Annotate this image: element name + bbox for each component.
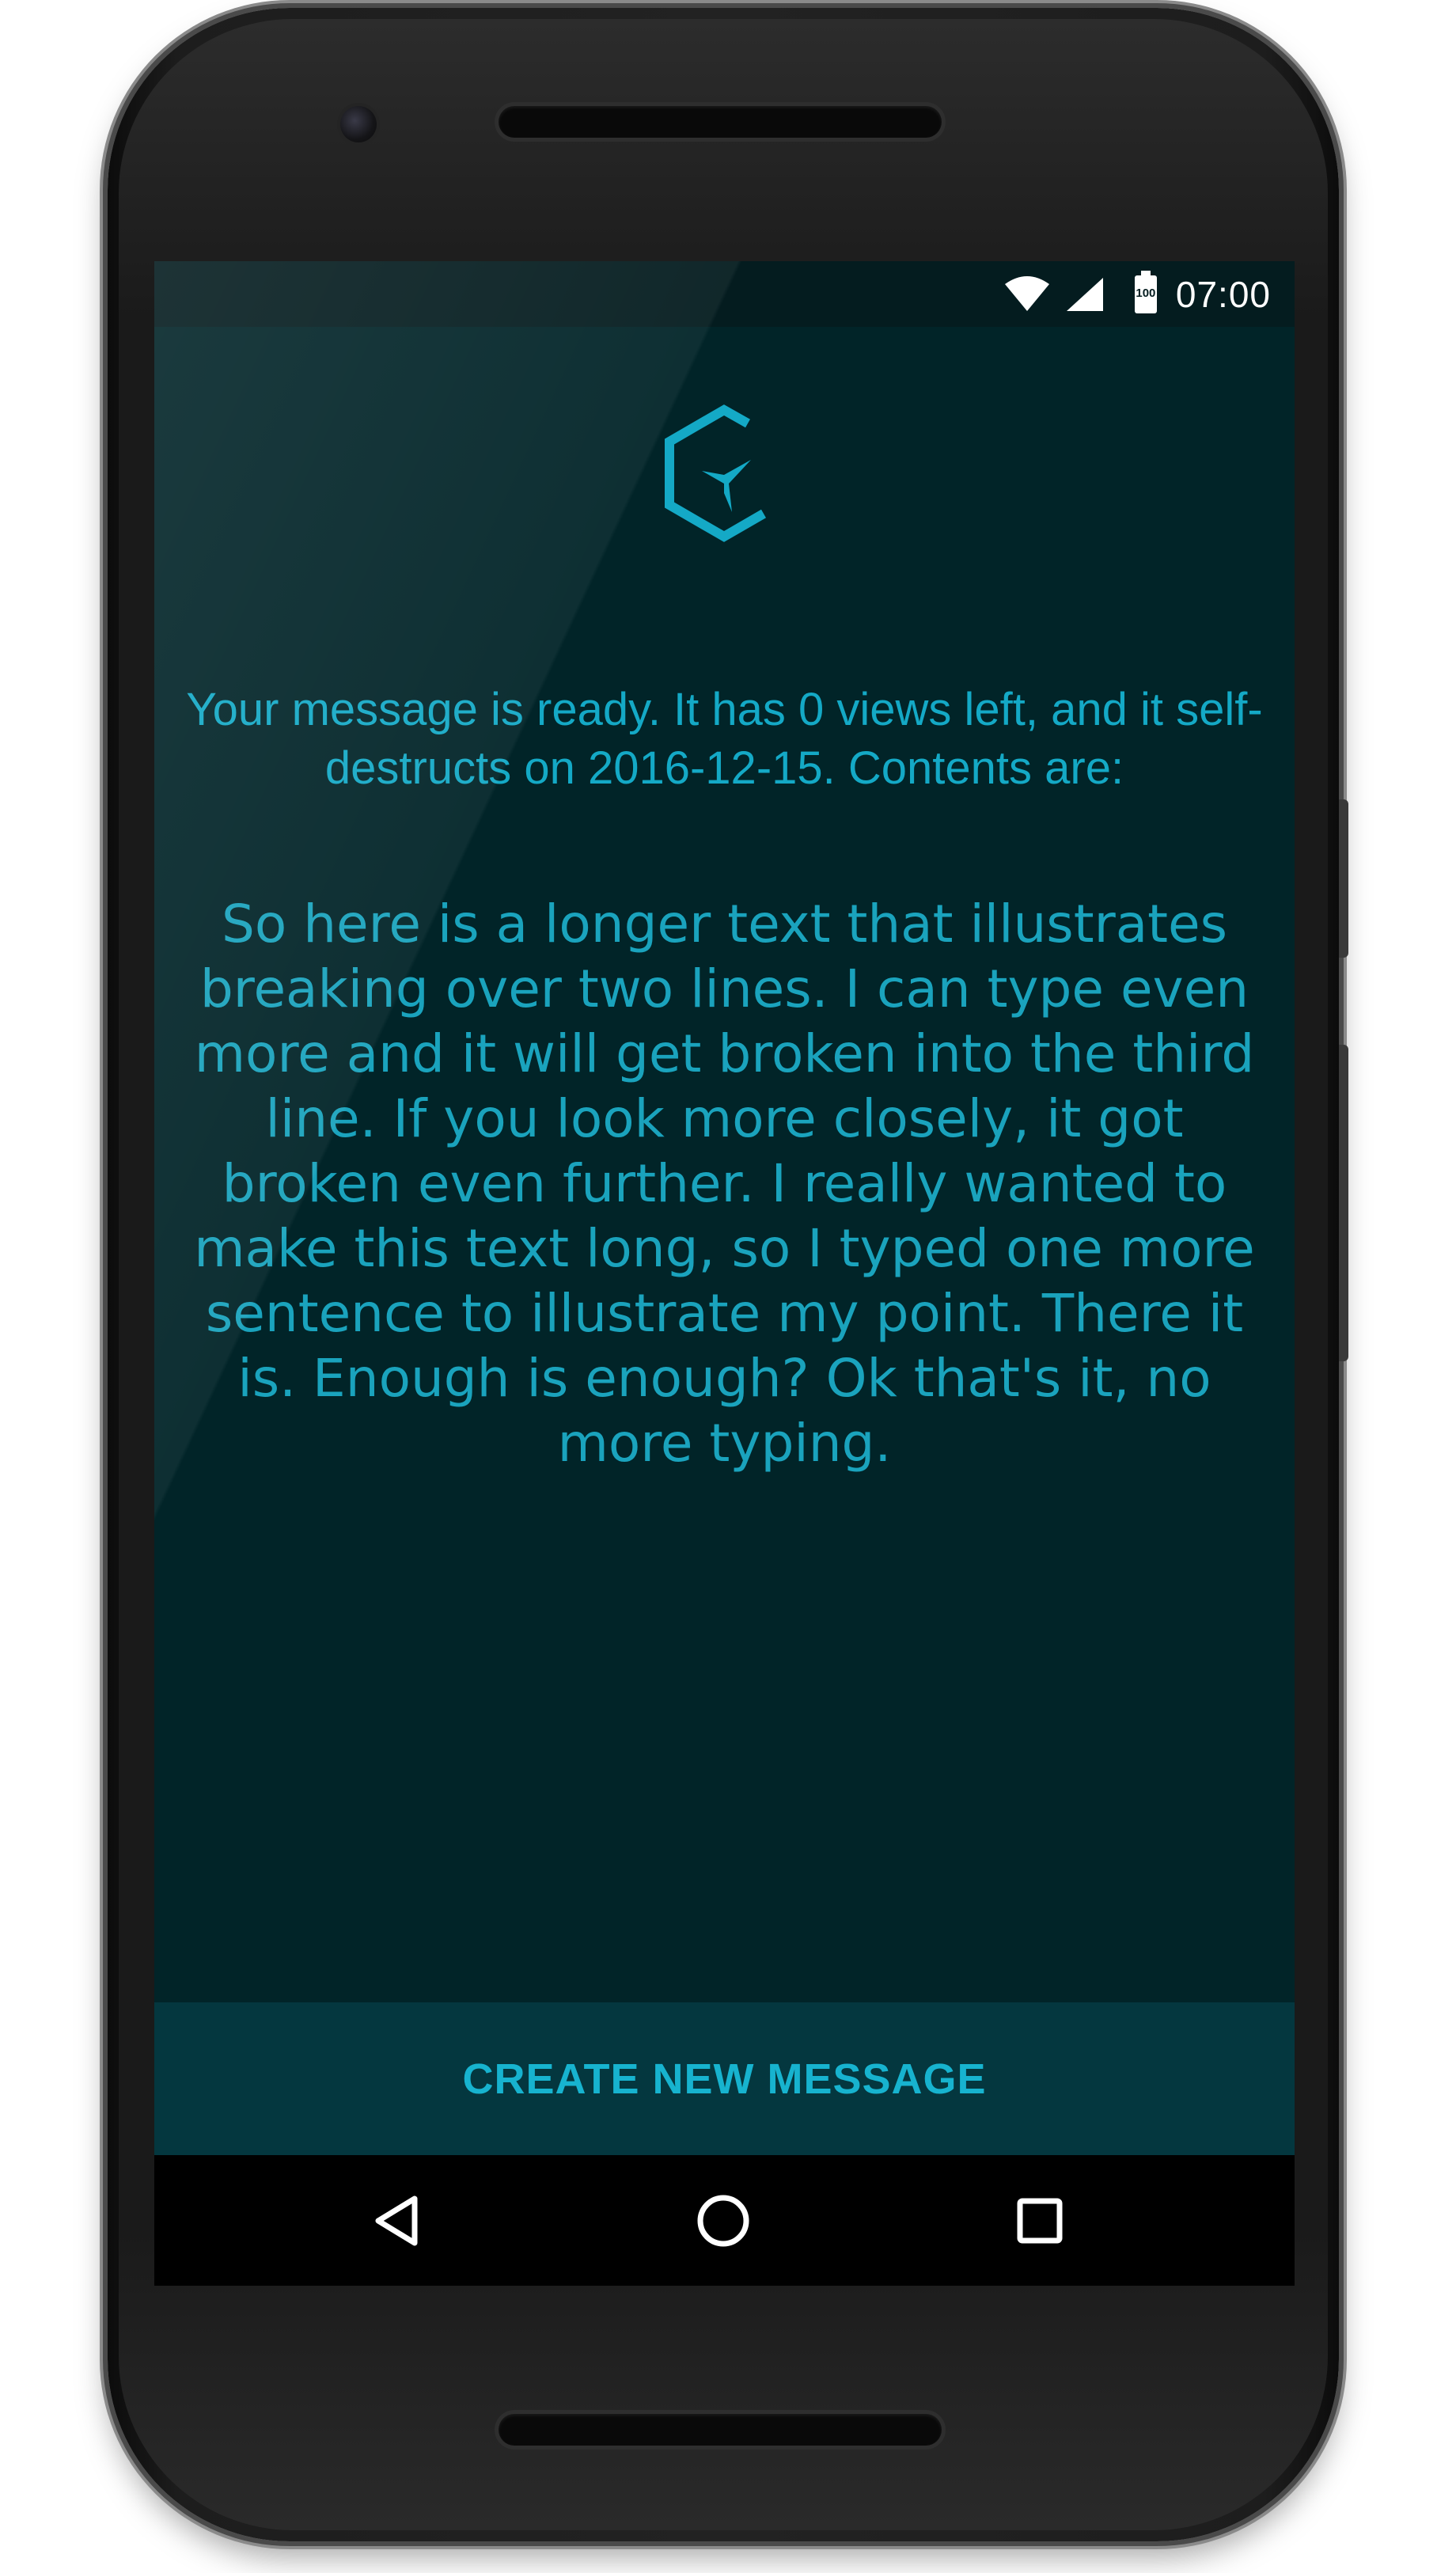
message-contents: So here is a longer text that illustrate… [194, 894, 1255, 1474]
screen: 100 07:00 Your message is ready. It has … [154, 261, 1295, 2286]
device-stage: 100 07:00 Your message is ready. It has … [0, 0, 1456, 2573]
home-icon [697, 2195, 749, 2247]
navigation-bar [154, 2155, 1295, 2286]
battery-level: 100 [1136, 286, 1156, 300]
power-button [1339, 799, 1348, 958]
recents-button[interactable] [1006, 2187, 1074, 2255]
volume-button [1339, 1045, 1348, 1361]
hexagon-logo-icon [665, 404, 767, 542]
bottom-speaker [499, 2414, 942, 2446]
home-button[interactable] [689, 2187, 757, 2255]
signal-icon [1066, 277, 1103, 311]
recents-icon [1017, 2198, 1063, 2244]
battery-icon: 100 [1134, 270, 1157, 313]
wifi-icon [1004, 275, 1049, 311]
back-button[interactable] [363, 2187, 431, 2255]
status-bar: 100 07:00 [154, 261, 1295, 327]
message-status-heading: Your message is ready. It has 0 views le… [186, 684, 1263, 794]
back-icon [375, 2195, 418, 2246]
front-camera [340, 106, 377, 142]
top-speaker [499, 106, 942, 138]
status-time: 07:00 [1175, 273, 1271, 315]
create-new-message-button[interactable]: CREATE NEW MESSAGE [154, 2002, 1295, 2155]
